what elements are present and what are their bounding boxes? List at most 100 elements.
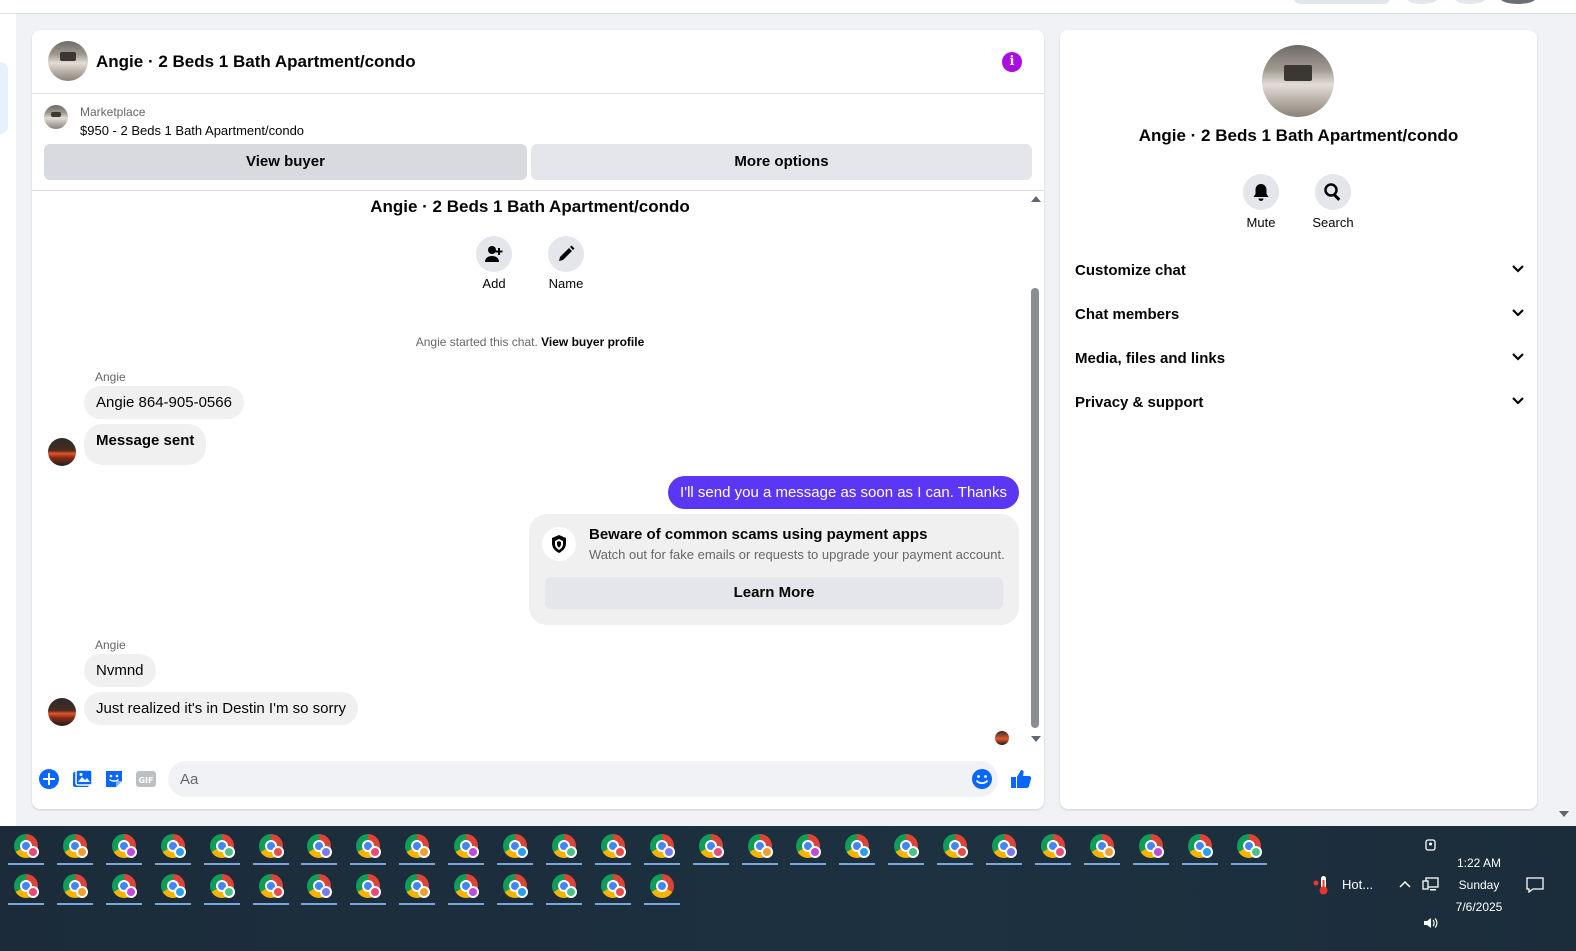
- chrome-taskbar-icon[interactable]: [982, 828, 1026, 866]
- listing-price[interactable]: $950 - 2 Beds 1 Bath Apartment/condo: [80, 123, 304, 138]
- incoming-message[interactable]: Angie 864-905-0566: [84, 386, 244, 419]
- chrome-taskbar-icon[interactable]: [53, 828, 97, 866]
- chrome-taskbar-icon[interactable]: [542, 868, 586, 906]
- scroll-down-arrow[interactable]: [1031, 736, 1041, 742]
- incoming-message[interactable]: Nvmnd: [84, 654, 156, 687]
- chrome-taskbar-icon[interactable]: [493, 868, 537, 906]
- chat-members-section[interactable]: Chat members: [1075, 298, 1525, 330]
- add-member-button[interactable]: [476, 236, 512, 272]
- scroll-thumb[interactable]: [1031, 288, 1039, 728]
- weather-text[interactable]: Hot...: [1342, 877, 1373, 892]
- clock-date[interactable]: 7/6/2025: [1440, 900, 1518, 914]
- chrome-taskbar-icon[interactable]: [640, 828, 684, 866]
- chrome-taskbar-icon[interactable]: [200, 828, 244, 866]
- chrome-taskbar-icon[interactable]: [151, 828, 195, 866]
- chrome-taskbar-icon[interactable]: [689, 828, 733, 866]
- profile-badge: [27, 846, 39, 858]
- chevron-up-icon[interactable]: [1398, 878, 1412, 890]
- chrome-taskbar-icon[interactable]: [346, 868, 390, 906]
- chrome-taskbar-icon[interactable]: [835, 828, 879, 866]
- chrome-taskbar-icon[interactable]: [1178, 828, 1222, 866]
- message-scrollbar[interactable]: [1028, 192, 1044, 752]
- chrome-taskbar-icon[interactable]: [493, 828, 537, 866]
- volume-icon[interactable]: [1422, 915, 1440, 931]
- chrome-taskbar-icon[interactable]: [249, 868, 293, 906]
- sender-avatar[interactable]: [48, 438, 76, 466]
- privacy-support-section[interactable]: Privacy & support: [1075, 386, 1525, 418]
- chrome-taskbar-icon[interactable]: [395, 828, 439, 866]
- bell-icon: [1253, 184, 1269, 201]
- chrome-taskbar-icon[interactable]: [249, 828, 293, 866]
- chrome-taskbar-icon[interactable]: [542, 828, 586, 866]
- search-button[interactable]: [1315, 174, 1351, 210]
- page-scroll-down-arrow[interactable]: [1559, 811, 1569, 817]
- chrome-taskbar-icon[interactable]: [444, 868, 488, 906]
- plus-icon[interactable]: [38, 768, 60, 790]
- media-files-links-section[interactable]: Media, files and links: [1075, 342, 1525, 374]
- page-scrollbar[interactable]: [1552, 14, 1576, 826]
- chrome-taskbar-icon[interactable]: [884, 828, 928, 866]
- chrome-taskbar-icon[interactable]: [151, 868, 195, 906]
- emoji-icon[interactable]: [971, 768, 993, 790]
- incoming-message[interactable]: Just realized it's in Destin I'm so sorr…: [84, 692, 358, 725]
- gif-icon[interactable]: GIF: [135, 768, 157, 790]
- mute-button[interactable]: [1243, 174, 1279, 210]
- sticker-icon[interactable]: [103, 768, 125, 790]
- browser-top-bar: [0, 0, 1576, 14]
- chrome-taskbar-icon[interactable]: [395, 868, 439, 906]
- chrome-taskbar-icon[interactable]: [4, 868, 48, 906]
- view-buyer-button[interactable]: View buyer: [44, 144, 527, 180]
- running-indicator: [888, 863, 925, 865]
- profile-badge: [956, 846, 969, 858]
- profile-badge: [222, 886, 235, 898]
- chrome-taskbar-icon[interactable]: [53, 868, 97, 906]
- meet-now-icon[interactable]: [1423, 837, 1439, 853]
- clock-day[interactable]: Sunday: [1440, 878, 1518, 892]
- running-indicator: [56, 903, 93, 905]
- chrome-taskbar-icon[interactable]: [102, 828, 146, 866]
- customize-chat-section[interactable]: Customize chat: [1075, 254, 1525, 286]
- incoming-message[interactable]: Message sent: [84, 424, 207, 465]
- message-input[interactable]: [168, 761, 998, 797]
- network-icon[interactable]: [1422, 876, 1440, 892]
- outgoing-message[interactable]: I'll send you a message as soon as I can…: [668, 476, 1019, 509]
- chrome-taskbar-icon[interactable]: [297, 868, 341, 906]
- chrome-taskbar-icon[interactable]: [591, 828, 635, 866]
- thumbs-up-icon[interactable]: [1010, 768, 1032, 790]
- top-round-button-2[interactable]: [1454, 0, 1486, 4]
- more-options-button[interactable]: More options: [531, 144, 1032, 180]
- chrome-taskbar-icon[interactable]: [1129, 828, 1173, 866]
- chrome-taskbar-icon[interactable]: [4, 828, 48, 866]
- chrome-taskbar-icon[interactable]: [1080, 828, 1124, 866]
- chrome-taskbar-icon[interactable]: [786, 828, 830, 866]
- chrome-taskbar-icon[interactable]: [640, 868, 684, 906]
- listing-avatar[interactable]: [48, 41, 88, 81]
- name-chat-button[interactable]: [548, 236, 584, 272]
- chrome-taskbar-icon[interactable]: [200, 868, 244, 906]
- chat-title[interactable]: Angie · 2 Beds 1 Bath Apartment/condo: [96, 52, 416, 72]
- info-icon[interactable]: i: [1002, 52, 1022, 72]
- scroll-up-arrow[interactable]: [1031, 196, 1041, 202]
- chrome-taskbar-icon[interactable]: [738, 828, 782, 866]
- top-round-button[interactable]: [1406, 0, 1438, 4]
- chrome-taskbar-icon[interactable]: [933, 828, 977, 866]
- profile-avatar[interactable]: [1500, 0, 1536, 4]
- chrome-taskbar-icon[interactable]: [297, 828, 341, 866]
- view-buyer-profile-link[interactable]: View buyer profile: [541, 335, 644, 349]
- chrome-taskbar-icon[interactable]: [102, 868, 146, 906]
- info-avatar[interactable]: [1262, 45, 1334, 117]
- chrome-taskbar-icon[interactable]: [1227, 828, 1271, 866]
- sender-avatar[interactable]: [48, 698, 76, 726]
- chrome-taskbar-icon[interactable]: [1031, 828, 1075, 866]
- learn-more-button[interactable]: Learn More: [545, 577, 1003, 609]
- photo-icon[interactable]: [71, 768, 93, 790]
- profile-badge: [271, 846, 284, 858]
- top-pill[interactable]: [1294, 0, 1390, 4]
- notification-icon[interactable]: [1525, 876, 1545, 894]
- chrome-taskbar-icon[interactable]: [346, 828, 390, 866]
- thermometer-icon[interactable]: [1311, 874, 1333, 896]
- chrome-taskbar-icon[interactable]: [591, 868, 635, 906]
- chrome-taskbar-icon[interactable]: [444, 828, 488, 866]
- running-indicator: [448, 863, 485, 865]
- clock-time[interactable]: 1:22 AM: [1440, 856, 1518, 870]
